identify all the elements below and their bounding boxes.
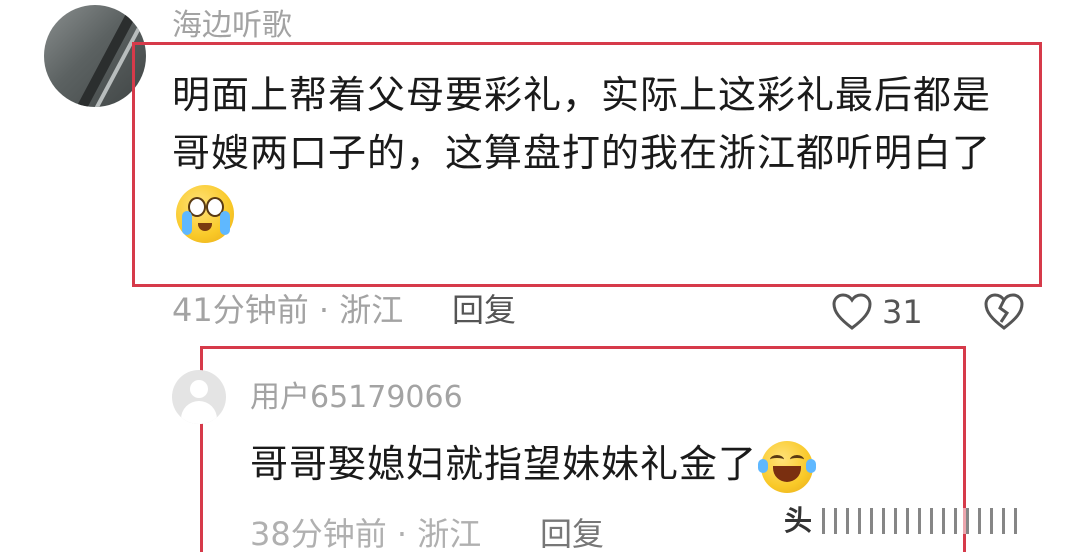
watermark-logo <box>822 508 1022 534</box>
like-button[interactable]: 31 <box>830 292 923 332</box>
reply-user-avatar[interactable] <box>172 370 226 424</box>
like-count: 31 <box>882 293 923 331</box>
reply-reply-button[interactable]: 回复 <box>540 514 604 554</box>
reply-button[interactable]: 回复 <box>452 290 516 330</box>
broken-heart-icon <box>984 293 1024 330</box>
reply-text: 哥哥娶媳妇就指望妹妹礼金了 <box>250 436 817 493</box>
comment-text: 明面上帮着父母要彩礼，实际上这彩礼最后都是哥嫂两口子的，这算盘打的我在浙江都听明… <box>172 66 1022 243</box>
reply-time-location: 38分钟前 · 浙江 <box>250 515 482 553</box>
comment-time-location: 41分钟前 · 浙江 <box>172 291 404 329</box>
crying-face-emoji-icon <box>176 184 234 243</box>
watermark-text: 头 <box>784 504 813 537</box>
laughing-tears-emoji-icon <box>758 440 817 493</box>
commenter-avatar[interactable] <box>44 5 146 107</box>
commenter-username[interactable]: 海边听歌 <box>172 8 292 44</box>
dislike-button[interactable] <box>982 292 1026 336</box>
reply-username[interactable]: 用户65179066 <box>250 380 463 416</box>
heart-icon <box>832 293 872 330</box>
